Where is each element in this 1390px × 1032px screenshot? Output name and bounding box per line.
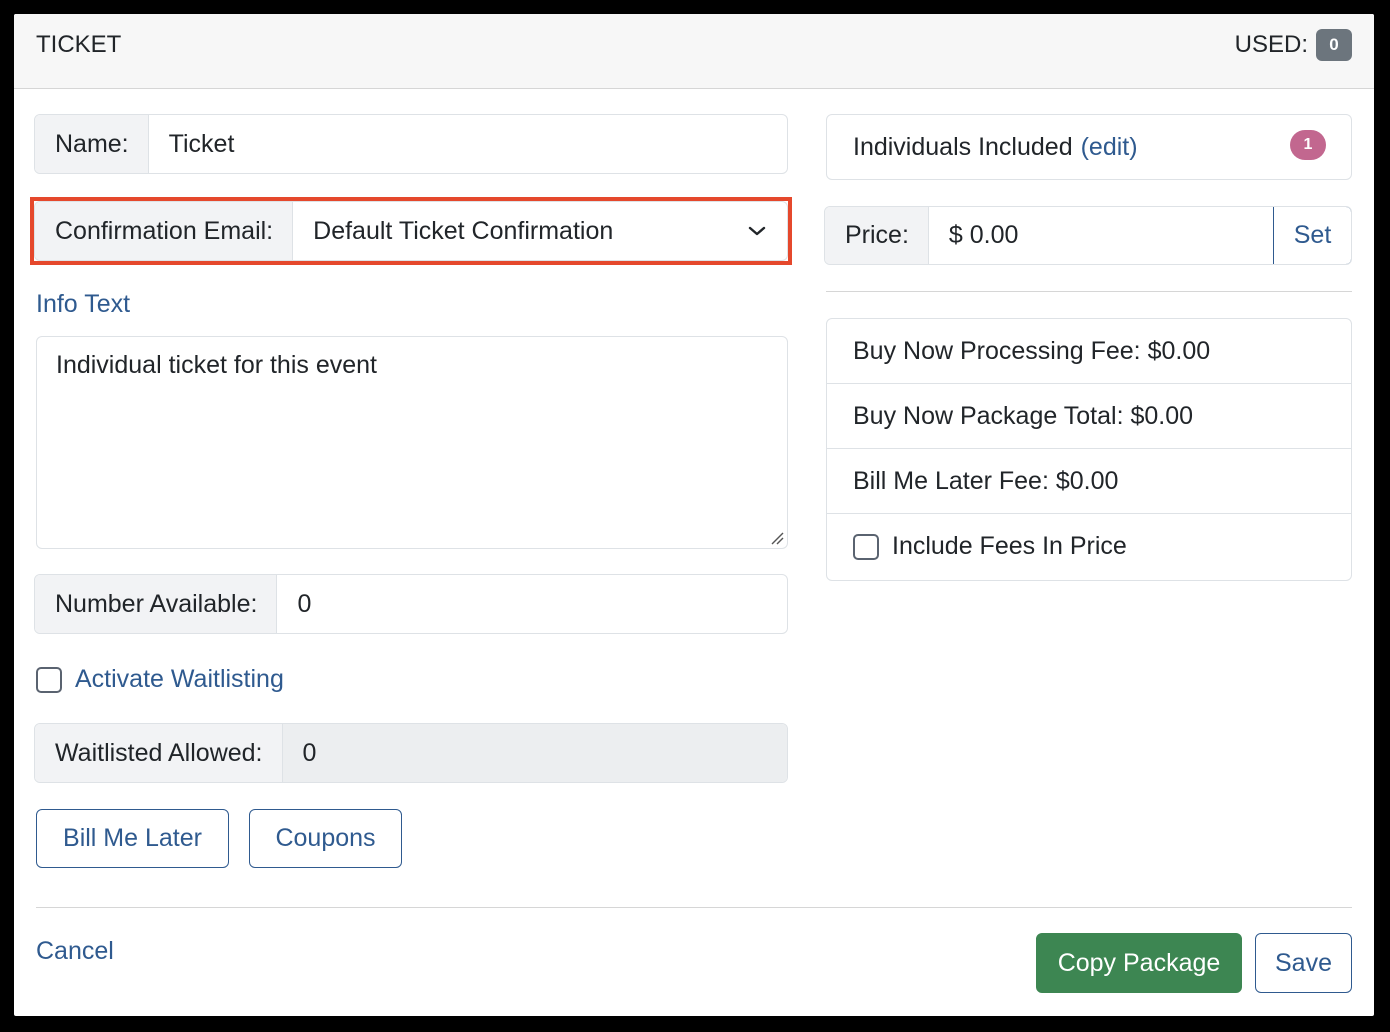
- price-input-group: Price: $ 0.00 Set: [824, 206, 1352, 265]
- bill-me-later-fee-row: Bill Me Later Fee: $0.00: [827, 449, 1351, 514]
- card-header: TICKET USED: 0: [14, 14, 1374, 89]
- info-text-link[interactable]: Info Text: [36, 290, 130, 319]
- divider: [826, 291, 1352, 292]
- number-available-input[interactable]: 0: [277, 575, 787, 633]
- info-text-value: Individual ticket for this event: [56, 351, 377, 379]
- set-price-button[interactable]: Set: [1273, 207, 1351, 264]
- name-input-group: Name: Ticket: [34, 114, 788, 174]
- include-fees-label[interactable]: Include Fees In Price: [892, 532, 1127, 561]
- info-text-textarea[interactable]: Individual ticket for this event: [36, 336, 788, 549]
- include-fees-checkbox[interactable]: [853, 533, 879, 560]
- card-title: TICKET: [36, 31, 122, 58]
- individuals-included-panel: Individuals Included (edit) 1: [826, 114, 1352, 180]
- price-input[interactable]: $ 0.00: [929, 207, 1273, 264]
- price-label: Price:: [825, 207, 929, 264]
- ticket-card: TICKET USED: 0 Name: Ticket Confirmation…: [14, 14, 1374, 1016]
- cancel-link[interactable]: Cancel: [36, 937, 114, 966]
- individuals-count-badge: 1: [1290, 130, 1326, 160]
- name-input[interactable]: Ticket: [149, 115, 787, 173]
- highlight-box: [30, 197, 792, 265]
- waitlisted-allowed-group: Waitlisted Allowed: 0: [34, 723, 788, 783]
- waitlisting-toggle[interactable]: Activate Waitlisting: [36, 665, 284, 694]
- copy-package-button[interactable]: Copy Package: [1036, 933, 1242, 993]
- waitlisted-allowed-label: Waitlisted Allowed:: [35, 724, 283, 782]
- processing-fee-row: Buy Now Processing Fee: $0.00: [827, 319, 1351, 384]
- used-indicator: USED: 0: [1235, 29, 1352, 61]
- number-available-group: Number Available: 0: [34, 574, 788, 634]
- include-fees-row[interactable]: Include Fees In Price: [827, 514, 1351, 579]
- package-total-row: Buy Now Package Total: $0.00: [827, 384, 1351, 449]
- used-count-badge: 0: [1316, 29, 1352, 61]
- name-label: Name:: [35, 115, 149, 173]
- individuals-edit-link[interactable]: (edit): [1081, 133, 1138, 162]
- individuals-label: Individuals Included: [853, 132, 1073, 161]
- number-available-label: Number Available:: [35, 575, 278, 633]
- waitlisting-checkbox[interactable]: [36, 666, 62, 693]
- coupons-button[interactable]: Coupons: [249, 809, 402, 868]
- bill-me-later-button[interactable]: Bill Me Later: [36, 809, 229, 868]
- footer-divider: [36, 907, 1352, 908]
- waitlisting-label[interactable]: Activate Waitlisting: [75, 665, 284, 694]
- save-button[interactable]: Save: [1255, 933, 1352, 993]
- fees-panel: Buy Now Processing Fee: $0.00 Buy Now Pa…: [826, 318, 1352, 581]
- resize-grip-icon[interactable]: [770, 531, 784, 545]
- waitlisted-allowed-input: 0: [282, 724, 787, 782]
- used-label: USED:: [1234, 31, 1308, 58]
